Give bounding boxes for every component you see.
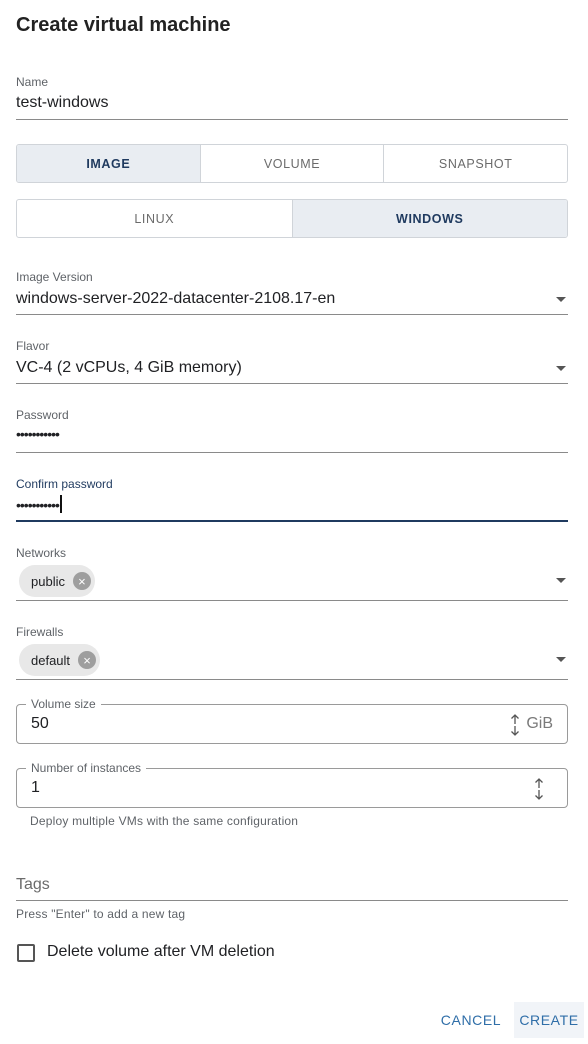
volume-size-label: Volume size — [26, 697, 101, 711]
networks-label: Networks — [16, 546, 67, 560]
create-button[interactable]: CREATE — [514, 1002, 584, 1038]
dialog-title: Create virtual machine — [16, 14, 231, 36]
name-label: Name — [16, 75, 49, 89]
networks-underline — [16, 600, 568, 601]
instances-label: Number of instances — [26, 761, 147, 775]
confirm-password-value: ••••••••••• — [16, 497, 60, 513]
password-underline — [16, 452, 568, 453]
name-underline — [16, 119, 568, 120]
instances-field[interactable]: Number of instances 1 — [16, 761, 568, 808]
close-icon[interactable]: × — [72, 572, 91, 590]
flavor-label: Flavor — [16, 339, 50, 353]
volume-size-input[interactable]: 50 — [31, 715, 49, 733]
instances-helper-text: Deploy multiple VMs with the same config… — [30, 814, 299, 828]
password-label: Password — [16, 408, 69, 422]
delete-volume-checkbox[interactable] — [17, 944, 35, 962]
chip-label: default — [31, 652, 71, 668]
instances-input[interactable]: 1 — [31, 779, 40, 797]
flavor-underline — [16, 383, 568, 384]
tab-volume[interactable]: VOLUME — [201, 145, 385, 182]
name-input[interactable]: test-windows — [16, 94, 108, 112]
spinner-arrows-icon[interactable] — [533, 777, 545, 801]
chip-label: public — [31, 573, 65, 589]
tab-snapshot[interactable]: SNAPSHOT — [384, 145, 567, 182]
chevron-down-icon[interactable] — [556, 366, 566, 371]
firewalls-underline — [16, 679, 568, 680]
firewall-chip: default × — [19, 644, 101, 676]
image-version-label: Image Version — [16, 270, 93, 284]
image-version-underline — [16, 314, 568, 315]
tab-image[interactable]: IMAGE — [17, 145, 201, 182]
tab-windows[interactable]: WINDOWS — [292, 200, 567, 237]
password-input[interactable]: ••••••••••• — [16, 426, 60, 442]
delete-volume-label[interactable]: Delete volume after VM deletion — [47, 943, 275, 961]
close-icon[interactable]: × — [78, 651, 97, 669]
tags-underline — [16, 900, 568, 901]
text-cursor — [59, 495, 62, 513]
confirm-password-underline — [16, 520, 568, 522]
source-tab-group: IMAGE VOLUME SNAPSHOT — [16, 144, 568, 183]
volume-size-unit: GiB — [526, 715, 553, 732]
image-version-select[interactable]: windows-server-2022-datacenter-2108.17-e… — [16, 290, 335, 308]
cancel-button[interactable]: CANCEL — [436, 1002, 506, 1038]
os-tab-group: LINUX WINDOWS — [16, 199, 568, 238]
chevron-down-icon[interactable] — [556, 578, 566, 583]
network-chip: public × — [19, 565, 95, 597]
confirm-password-label: Confirm password — [16, 477, 113, 491]
tab-linux[interactable]: LINUX — [17, 200, 293, 237]
tags-input[interactable]: Tags — [16, 876, 50, 894]
chevron-down-icon[interactable] — [556, 657, 566, 662]
tags-helper-text: Press "Enter" to add a new tag — [16, 907, 186, 921]
chevron-down-icon[interactable] — [556, 297, 566, 302]
spinner-arrows-icon[interactable] — [509, 713, 521, 737]
confirm-password-input[interactable]: ••••••••••• — [16, 495, 62, 513]
flavor-select[interactable]: VC-4 (2 vCPUs, 4 GiB memory) — [16, 359, 242, 377]
firewalls-label: Firewalls — [16, 625, 64, 639]
volume-size-field[interactable]: Volume size 50 GiB — [16, 697, 568, 744]
